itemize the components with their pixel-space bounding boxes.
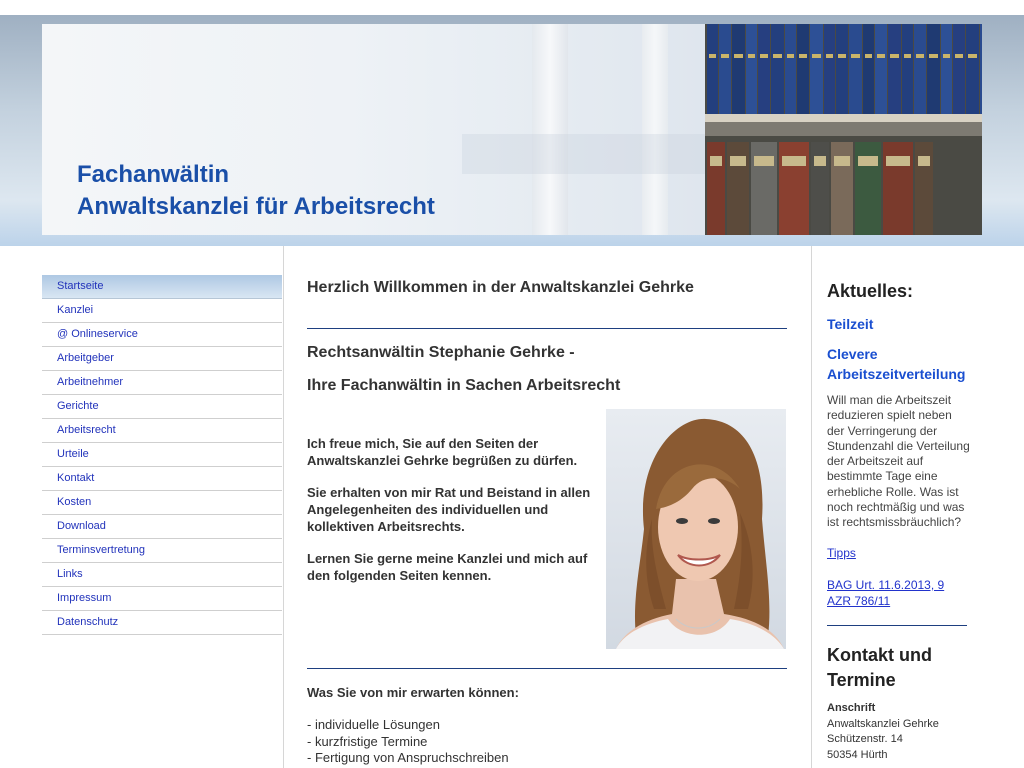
contact-heading: Kontakt und Termine: [827, 645, 932, 690]
expectations-heading: Was Sie von mir erwarten können:: [307, 685, 519, 700]
address-line: Schützenstr. 14: [827, 733, 903, 745]
lawyer-name-heading: Rechtsanwältin Stephanie Gehrke -: [307, 344, 575, 361]
window-frame-decoration: [642, 24, 668, 235]
window-haze-decoration: [462, 134, 722, 174]
nav-item-datenschutz[interactable]: Datenschutz: [42, 611, 282, 635]
nav-item-arbeitnehmer[interactable]: Arbeitnehmer: [42, 371, 282, 395]
nav-item-terminsvertretung[interactable]: Terminsvertretung: [42, 539, 282, 563]
bag-ruling-link[interactable]: BAG Urt. 11.6.2013, 9 AZR 786/11: [827, 578, 967, 609]
list-item: - kurzfristige Termine: [307, 734, 428, 749]
invite-paragraph: Lernen Sie gerne meine Kanzlei und mich …: [307, 551, 588, 583]
header-band: Fachanwältin Anwaltskanzlei für Arbeitsr…: [0, 0, 1024, 246]
nav-item-download[interactable]: Download: [42, 515, 282, 539]
site-title-line1: Fachanwältin: [77, 161, 230, 188]
nav-item-kanzlei[interactable]: Kanzlei: [42, 299, 282, 323]
nav-item-kontakt[interactable]: Kontakt: [42, 467, 282, 491]
divider-line: [827, 625, 967, 626]
nav-item-kosten[interactable]: Kosten: [42, 491, 282, 515]
site-title-line2: Anwaltskanzlei für Arbeitsrecht: [77, 193, 435, 220]
address-line: 50354 Hürth: [827, 749, 888, 761]
specialty-heading: Ihre Fachanwältin in Sachen Arbeitsrecht: [307, 377, 621, 394]
list-item: - individuelle Lösungen: [307, 717, 440, 732]
column-divider: [811, 246, 812, 768]
divider-line: [307, 668, 787, 669]
window-frame-decoration: [532, 24, 568, 235]
news-heading: Aktuelles:: [827, 281, 914, 301]
nav-item-onlineservice[interactable]: @ Onlineservice: [42, 323, 282, 347]
intro-paragraph: Ich freue mich, Sie auf den Seiten der A…: [307, 436, 578, 468]
header-banner-image: Fachanwältin Anwaltskanzlei für Arbeitsr…: [42, 24, 982, 235]
welcome-heading: Herzlich Willkommen in der Anwaltskanzle…: [307, 279, 694, 296]
nav-item-links[interactable]: Links: [42, 563, 282, 587]
nav-item-startseite[interactable]: Startseite: [42, 275, 282, 299]
news-link-arbeitszeitverteilung[interactable]: Clevere Arbeitszeitverteilung: [827, 344, 977, 384]
news-teaser-text: Will man die Arbeitszeit reduzieren spie…: [827, 393, 970, 530]
main-navigation: Startseite Kanzlei @ Onlineservice Arbeitge…: [42, 275, 282, 635]
divider-line: [307, 328, 787, 329]
nav-item-impressum[interactable]: Impressum: [42, 587, 282, 611]
nav-item-arbeitsrecht[interactable]: Arbeitsrecht: [42, 419, 282, 443]
address-label: Anschrift: [827, 702, 876, 714]
news-link-teilzeit[interactable]: Teilzeit: [827, 314, 873, 334]
lawyer-portrait-photo: [606, 409, 786, 649]
nav-item-arbeitgeber[interactable]: Arbeitgeber: [42, 347, 282, 371]
nav-item-urteile[interactable]: Urteile: [42, 443, 282, 467]
tipps-link[interactable]: Tipps: [827, 546, 856, 562]
advice-paragraph: Sie erhalten von mir Rat und Beistand in…: [307, 485, 591, 534]
bookshelf-illustration: [705, 24, 982, 235]
column-divider: [283, 246, 284, 768]
list-item: - Fertigung von Anspruchschreiben: [307, 750, 509, 765]
address-line: Anwaltskanzlei Gehrke: [827, 718, 939, 730]
nav-item-gerichte[interactable]: Gerichte: [42, 395, 282, 419]
